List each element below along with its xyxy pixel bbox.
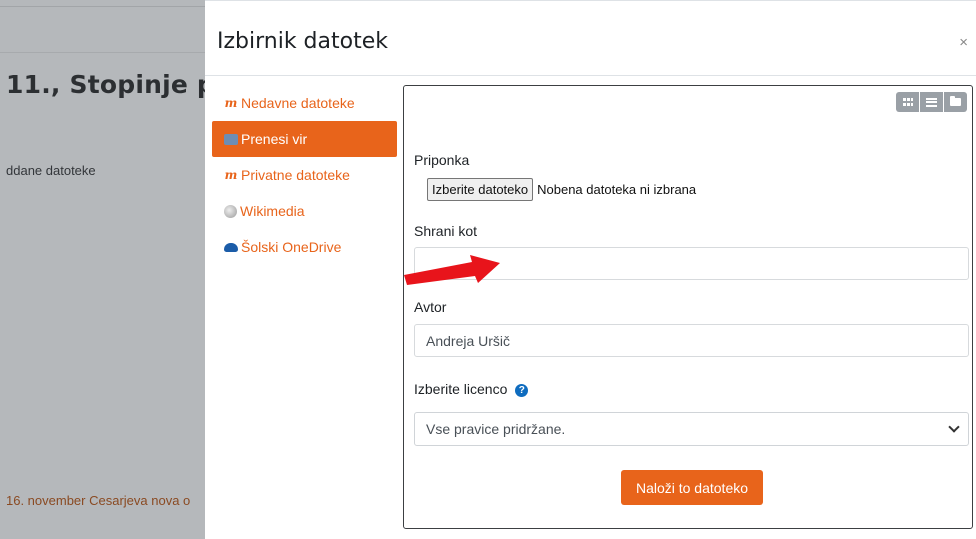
repository-item-label: Prenesi vir	[241, 131, 308, 147]
view-toggle	[896, 92, 967, 112]
grid-icon	[902, 98, 913, 106]
file-picker-modal: Izbirnik datotek × m Nedavne datoteke Pr…	[205, 0, 976, 539]
chevron-down-icon	[948, 421, 960, 433]
repository-item-onedrive[interactable]: Šolski OneDrive	[212, 229, 397, 265]
repository-item-recent-files[interactable]: m Nedavne datoteke	[212, 85, 397, 121]
moodle-icon: m	[224, 96, 238, 110]
background-page-title: 11., Stopinje po	[6, 70, 205, 99]
moodle-icon: m	[224, 168, 238, 182]
list-icon	[926, 97, 937, 107]
repository-list: m Nedavne datoteke Prenesi vir m Privatn…	[212, 85, 397, 265]
background-subtitle: ddane datoteke	[6, 163, 96, 178]
close-icon[interactable]: ×	[959, 34, 968, 51]
repository-item-upload[interactable]: Prenesi vir	[212, 121, 397, 157]
license-label: Izberite licenco	[414, 381, 508, 397]
onedrive-icon	[224, 242, 238, 252]
upload-icon	[224, 133, 238, 145]
list-view-button[interactable]	[920, 92, 943, 112]
modal-header: Izbirnik datotek ×	[205, 1, 976, 76]
upload-panel: Priponka Izberite datoteko Nobena datote…	[403, 85, 973, 529]
choose-file-button[interactable]: Izberite datoteko	[427, 178, 534, 201]
license-label-row: Izberite licenco ?	[414, 381, 529, 397]
repository-item-private-files[interactable]: m Privatne datoteke	[212, 157, 397, 193]
attachment-label: Priponka	[414, 152, 470, 168]
save-as-label: Shrani kot	[414, 223, 478, 239]
license-select[interactable]: Vse pravice pridržane.	[414, 412, 969, 446]
repository-item-label: Nedavne datoteke	[241, 95, 355, 111]
author-input[interactable]: Andreja Uršič	[414, 324, 969, 357]
repository-item-label: Šolski OneDrive	[241, 239, 342, 255]
icon-view-button[interactable]	[896, 92, 919, 112]
background-divider	[0, 6, 205, 7]
modal-title: Izbirnik datotek	[217, 29, 388, 54]
author-label: Avtor	[414, 299, 447, 315]
background-divider	[0, 52, 205, 53]
folder-icon	[950, 96, 961, 106]
wikimedia-icon	[224, 204, 237, 218]
repository-item-label: Privatne datoteke	[241, 167, 350, 183]
repository-item-wikimedia[interactable]: Wikimedia	[212, 193, 397, 229]
annotation-arrow-icon	[404, 255, 500, 285]
annotation-arrow-shape	[404, 255, 500, 285]
help-icon[interactable]: ?	[515, 383, 529, 397]
repository-item-label: Wikimedia	[240, 203, 305, 219]
background-link: 16. november Cesarjeva nova o	[6, 493, 191, 508]
file-input: Izberite datoteko Nobena datoteka ni izb…	[427, 178, 696, 201]
upload-file-button[interactable]: Naloži to datoteko	[621, 470, 763, 505]
tree-view-button[interactable]	[944, 92, 967, 112]
background-page: 11., Stopinje po ddane datoteke 16. nove…	[0, 0, 205, 539]
license-selected-value: Vse pravice pridržane.	[426, 421, 566, 437]
file-status: Nobena datoteka ni izbrana	[537, 182, 697, 197]
